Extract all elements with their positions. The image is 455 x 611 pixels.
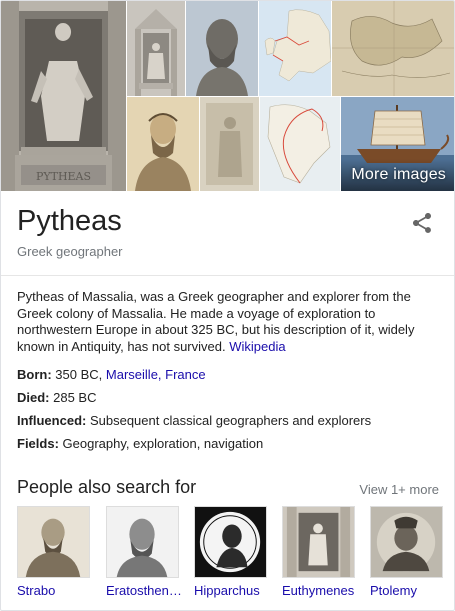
view-more-link[interactable]: View 1+ more bbox=[359, 482, 439, 497]
knowledge-panel: PYTHEAS More images Pytheas Greek geogra… bbox=[0, 0, 455, 611]
fact-value: Geography, exploration, navigation bbox=[62, 436, 264, 451]
fact-value: Subsequent classical geographers and exp… bbox=[89, 413, 372, 428]
statue-image[interactable]: PYTHEAS bbox=[1, 1, 126, 191]
person-card-eratosthenes[interactable]: Eratosthenes bbox=[106, 506, 182, 598]
person-thumbnail bbox=[17, 506, 90, 578]
wikipedia-link[interactable]: Wikipedia bbox=[229, 339, 285, 354]
route-map-image[interactable] bbox=[260, 97, 340, 191]
fact-fields: Fields: Geography, exploration, navigati… bbox=[17, 436, 437, 459]
fact-label: Fields: bbox=[17, 436, 59, 451]
share-icon[interactable] bbox=[410, 211, 434, 235]
fact-died: Died: 285 BC bbox=[17, 390, 437, 413]
person-card-euthymenes[interactable]: Euthymenes bbox=[282, 506, 355, 598]
statue-inscription: PYTHEAS bbox=[36, 170, 91, 183]
bust-image[interactable] bbox=[186, 1, 258, 96]
people-carousel: Strabo Eratosthenes Hipparchus Euthymene… bbox=[17, 506, 447, 606]
person-name: Ptolemy bbox=[370, 583, 417, 598]
fact-value: 285 BC bbox=[53, 390, 97, 405]
europe-map-image[interactable] bbox=[259, 1, 331, 96]
person-card-ptolemy[interactable]: Ptolemy bbox=[370, 506, 443, 598]
entity-description: Pytheas of Massalia, was a Greek geograp… bbox=[17, 289, 437, 355]
person-name: Eratosthenes bbox=[106, 583, 182, 598]
fact-influenced: Influenced: Subsequent classical geograp… bbox=[17, 413, 437, 436]
person-thumbnail bbox=[106, 506, 179, 578]
person-name: Strabo bbox=[17, 583, 56, 598]
fact-born: Born: 350 BC, Marseille, France bbox=[17, 367, 437, 390]
entity-header: Pytheas Greek geographer bbox=[1, 191, 454, 276]
person-card-hipparchus[interactable]: Hipparchus bbox=[194, 506, 267, 598]
fact-label: Died: bbox=[17, 390, 50, 405]
ship-image[interactable]: More images bbox=[341, 97, 454, 191]
engraving-image[interactable] bbox=[127, 97, 199, 191]
fact-label: Born: bbox=[17, 367, 52, 382]
fact-label: Influenced: bbox=[17, 413, 87, 428]
person-card-strabo[interactable]: Strabo bbox=[17, 506, 90, 598]
entity-subtitle: Greek geographer bbox=[17, 244, 123, 259]
person-thumbnail bbox=[282, 506, 355, 578]
person-name: Euthymenes bbox=[282, 583, 355, 598]
fact-value: 350 BC, bbox=[55, 367, 103, 382]
facts-list: Born: 350 BC, Marseille, France Died: 28… bbox=[17, 367, 437, 459]
more-images-label[interactable]: More images bbox=[351, 166, 446, 184]
description-text: Pytheas of Massalia, was a Greek geograp… bbox=[17, 289, 415, 354]
person-name: Hipparchus bbox=[194, 583, 260, 598]
niche-statue-image[interactable] bbox=[127, 1, 185, 96]
born-place-link[interactable]: Marseille, France bbox=[106, 367, 206, 382]
stone-figure-image[interactable] bbox=[200, 97, 259, 191]
old-map-image[interactable] bbox=[332, 1, 454, 96]
person-thumbnail bbox=[370, 506, 443, 578]
entity-title: Pytheas bbox=[17, 205, 122, 237]
people-also-search-title: People also search for bbox=[17, 477, 197, 497]
person-thumbnail bbox=[194, 506, 267, 578]
image-collage: PYTHEAS More images bbox=[1, 1, 454, 191]
